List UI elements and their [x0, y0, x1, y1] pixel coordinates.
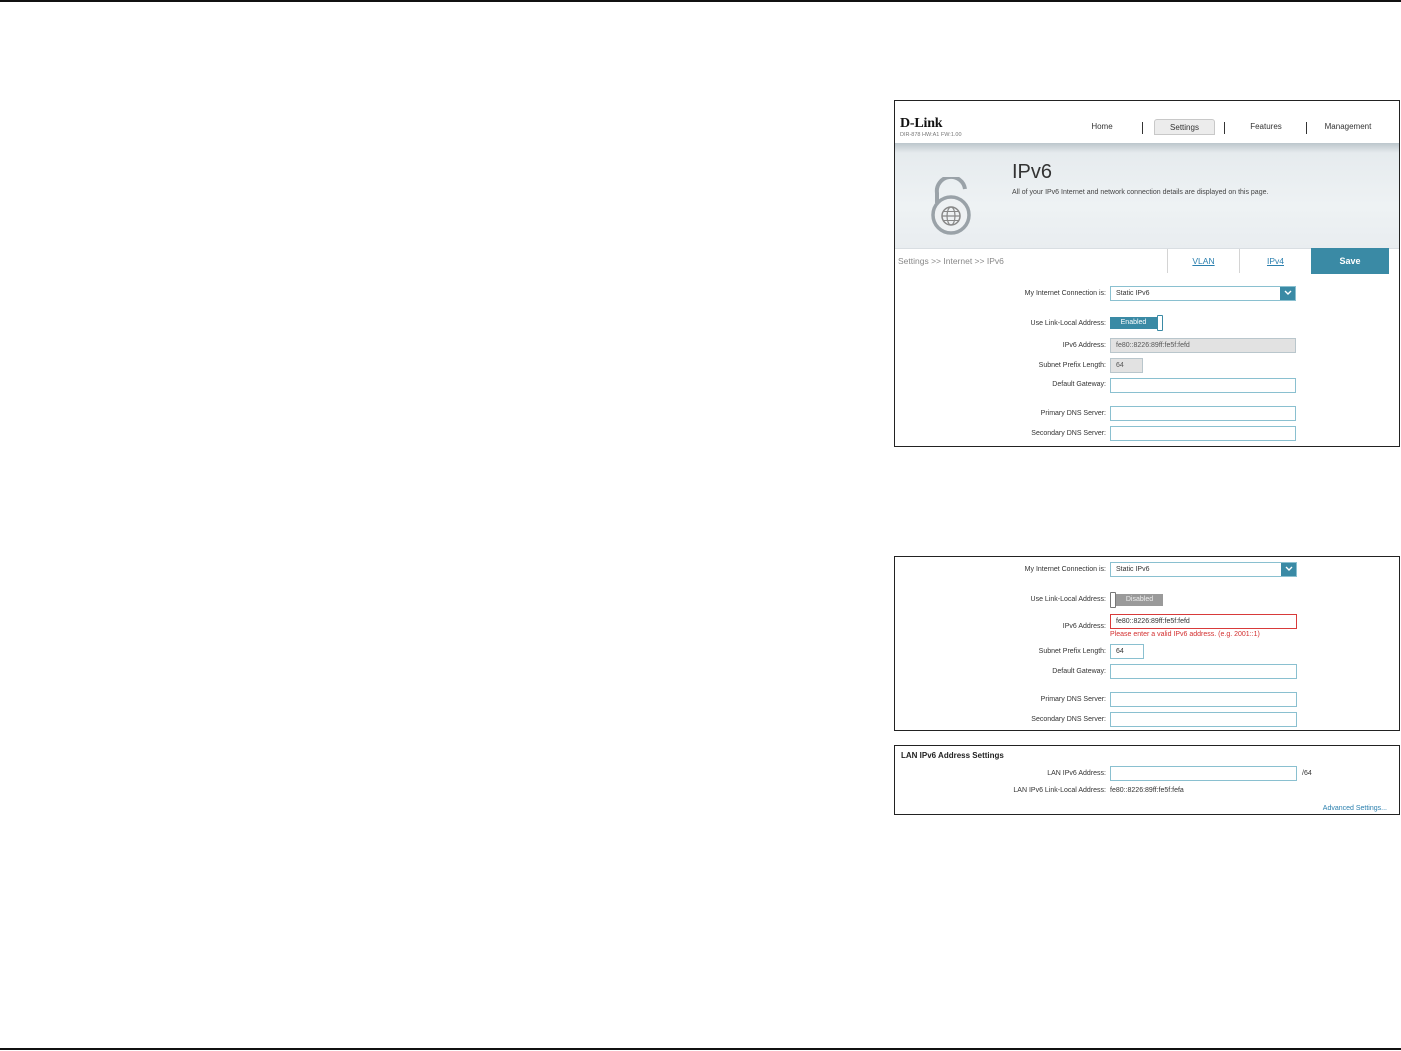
breadcrumb: Settings >> Internet >> IPv6	[898, 256, 1004, 266]
primary-dns-field[interactable]	[1110, 406, 1296, 421]
section-title: LAN IPv6 Address Settings	[901, 751, 1004, 760]
dlink-logo: D-Link	[900, 116, 943, 131]
connection-type-label: My Internet Connection is:	[1024, 290, 1106, 297]
toggle-knob[interactable]	[1157, 315, 1163, 331]
save-button[interactable]: Save	[1311, 248, 1389, 274]
prefix-length-field[interactable]: 64	[1110, 358, 1143, 373]
ipv6-address-field[interactable]: fe80::8226:89ff:fe5f:fefd	[1110, 338, 1296, 353]
ipv6-error-message: Please enter a valid IPv6 address. (e.g.…	[1110, 631, 1260, 638]
chevron-down-icon[interactable]	[1281, 563, 1296, 576]
connection-type-label: My Internet Connection is:	[1024, 566, 1106, 573]
prefix-suffix: /64	[1302, 770, 1312, 777]
prefix-length-field[interactable]: 64	[1110, 644, 1144, 659]
connection-type-select[interactable]: Static IPv6	[1110, 286, 1296, 301]
chevron-down-icon[interactable]	[1280, 287, 1295, 300]
nav-settings[interactable]: Settings	[1154, 119, 1215, 135]
default-gateway-field[interactable]	[1110, 664, 1297, 679]
prefix-length-label: Subnet Prefix Length:	[1038, 362, 1106, 369]
nav-management[interactable]: Management	[1315, 119, 1381, 135]
primary-dns-label: Primary DNS Server:	[1040, 696, 1106, 703]
ipv6-address-label: IPv6 Address:	[1062, 623, 1106, 630]
link-local-label: Use Link-Local Address:	[1030, 596, 1106, 603]
ipv6-address-field[interactable]: fe80::8226:89ff:fe5f:fefd	[1110, 614, 1297, 629]
page-banner: IPv6 All of your IPv6 Internet and netwo…	[895, 143, 1399, 249]
lan-link-local-value: fe80::8226:89ff:fe5f:fefa	[1110, 787, 1184, 794]
default-gateway-field[interactable]	[1110, 378, 1296, 393]
ipv6-form-error-screenshot: My Internet Connection is: Static IPv6 U…	[894, 556, 1400, 731]
lan-address-field[interactable]	[1110, 766, 1297, 781]
router-header: D-Link DIR-878 HW:A1 FW:1.00 Home Settin…	[895, 101, 1399, 143]
default-gateway-label: Default Gateway:	[1052, 668, 1106, 675]
connection-type-value: Static IPv6	[1116, 290, 1150, 297]
advanced-settings-link[interactable]: Advanced Settings...	[1323, 805, 1387, 812]
lan-link-local-label: LAN IPv6 Link-Local Address:	[1013, 787, 1106, 794]
primary-dns-label: Primary DNS Server:	[1040, 410, 1106, 417]
page-top-rule	[0, 0, 1401, 2]
ipv4-link[interactable]: IPv4	[1239, 249, 1311, 273]
nav-features[interactable]: Features	[1235, 119, 1297, 135]
nav-separator	[1142, 122, 1143, 134]
vlan-link[interactable]: VLAN	[1167, 249, 1239, 273]
toggle-state: Enabled	[1110, 317, 1157, 329]
secondary-dns-label: Secondary DNS Server:	[1031, 716, 1106, 723]
secondary-dns-label: Secondary DNS Server:	[1031, 430, 1106, 437]
page-description: All of your IPv6 Internet and network co…	[1012, 189, 1269, 196]
page-title: IPv6	[1012, 161, 1053, 183]
connection-type-value: Static IPv6	[1116, 566, 1150, 573]
ipv6-address-label: IPv6 Address:	[1062, 342, 1106, 349]
lan-ipv6-settings-screenshot: LAN IPv6 Address Settings LAN IPv6 Addre…	[894, 745, 1400, 815]
default-gateway-label: Default Gateway:	[1052, 381, 1106, 388]
toggle-state: Disabled	[1116, 594, 1163, 606]
model-info: DIR-878 HW:A1 FW:1.00	[900, 132, 962, 138]
link-local-toggle[interactable]: Disabled	[1110, 592, 1165, 608]
nav-separator	[1306, 122, 1307, 134]
connection-type-select[interactable]: Static IPv6	[1110, 562, 1297, 577]
link-local-label: Use Link-Local Address:	[1030, 320, 1106, 327]
secondary-dns-field[interactable]	[1110, 712, 1297, 727]
prefix-length-label: Subnet Prefix Length:	[1038, 648, 1106, 655]
link-local-toggle[interactable]: Enabled	[1110, 315, 1164, 331]
primary-dns-field[interactable]	[1110, 692, 1297, 707]
lan-address-label: LAN IPv6 Address:	[1047, 770, 1106, 777]
nav-home[interactable]: Home	[1071, 119, 1133, 135]
ipv6-settings-screenshot: D-Link DIR-878 HW:A1 FW:1.00 Home Settin…	[894, 100, 1400, 447]
page-bottom-rule	[0, 1048, 1401, 1050]
secondary-dns-field[interactable]	[1110, 426, 1296, 441]
globe-lock-icon	[931, 177, 971, 235]
nav-separator	[1224, 122, 1225, 134]
